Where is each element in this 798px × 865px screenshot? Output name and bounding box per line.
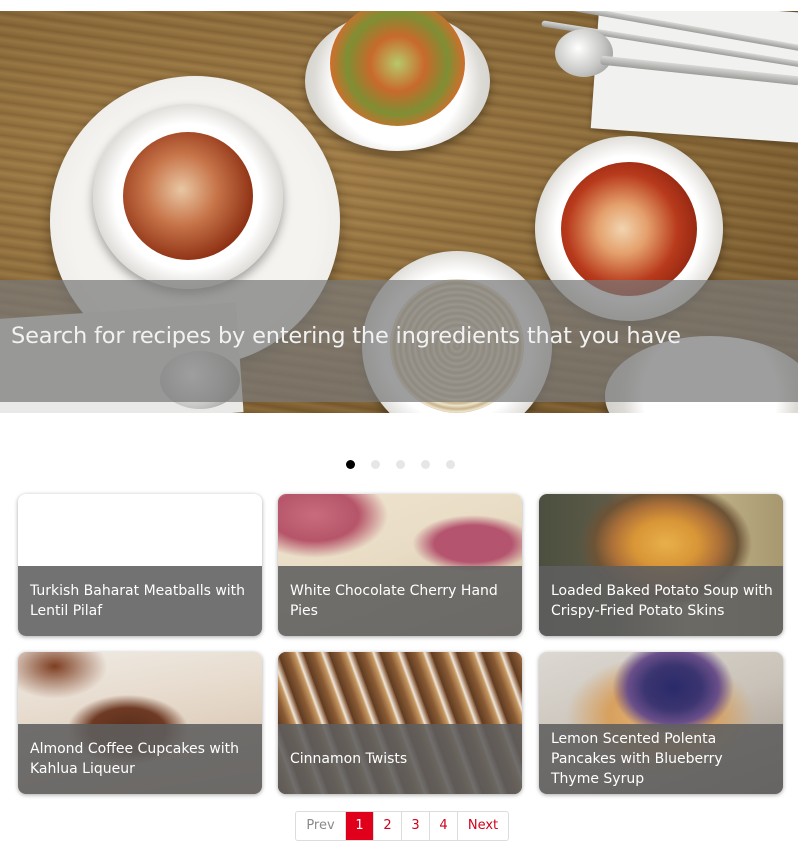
recipe-title: White Chocolate Cherry Hand Pies: [290, 583, 498, 619]
recipe-title: Lemon Scented Polenta Pancakes with Blue…: [551, 731, 723, 787]
carousel-dot[interactable]: [396, 460, 405, 469]
recipe-card[interactable]: Loaded Baked Potato Soup with Crispy-Fri…: [539, 494, 783, 636]
carousel-dot[interactable]: [371, 460, 380, 469]
hero-banner: Search for recipes by entering the ingre…: [0, 11, 798, 413]
pagination-next-button[interactable]: Next: [458, 812, 508, 840]
recipe-title: Almond Coffee Cupcakes with Kahlua Lique…: [30, 741, 240, 777]
hero-bowl: [305, 11, 490, 151]
pagination-page-2[interactable]: 2: [374, 812, 402, 840]
carousel-dot[interactable]: [346, 460, 355, 469]
recipe-title: Turkish Baharat Meatballs with Lentil Pi…: [30, 583, 246, 619]
recipe-card[interactable]: Cinnamon Twists: [278, 652, 522, 794]
hero-spoon: [555, 29, 613, 77]
carousel-dot[interactable]: [446, 460, 455, 469]
recipe-title: Loaded Baked Potato Soup with Crispy-Fri…: [551, 583, 773, 619]
recipe-card[interactable]: Lemon Scented Polenta Pancakes with Blue…: [539, 652, 783, 794]
hero-caption: Search for recipes by entering the ingre…: [11, 323, 681, 349]
recipe-card[interactable]: Almond Coffee Cupcakes with Kahlua Lique…: [18, 652, 262, 794]
carousel-dot[interactable]: [421, 460, 430, 469]
pagination-prev-button[interactable]: Prev: [296, 812, 346, 840]
pagination-page-1[interactable]: 1: [346, 812, 374, 840]
pagination-page-3[interactable]: 3: [402, 812, 430, 840]
pagination: Prev 1 2 3 4 Next: [295, 811, 509, 841]
recipe-card[interactable]: White Chocolate Cherry Hand Pies: [278, 494, 522, 636]
pagination-page-4[interactable]: 4: [430, 812, 458, 840]
recipe-title: Cinnamon Twists: [290, 751, 408, 767]
carousel-dots: [346, 460, 455, 469]
recipe-card[interactable]: Turkish Baharat Meatballs with Lentil Pi…: [18, 494, 262, 636]
hero-bowl: [93, 104, 283, 289]
